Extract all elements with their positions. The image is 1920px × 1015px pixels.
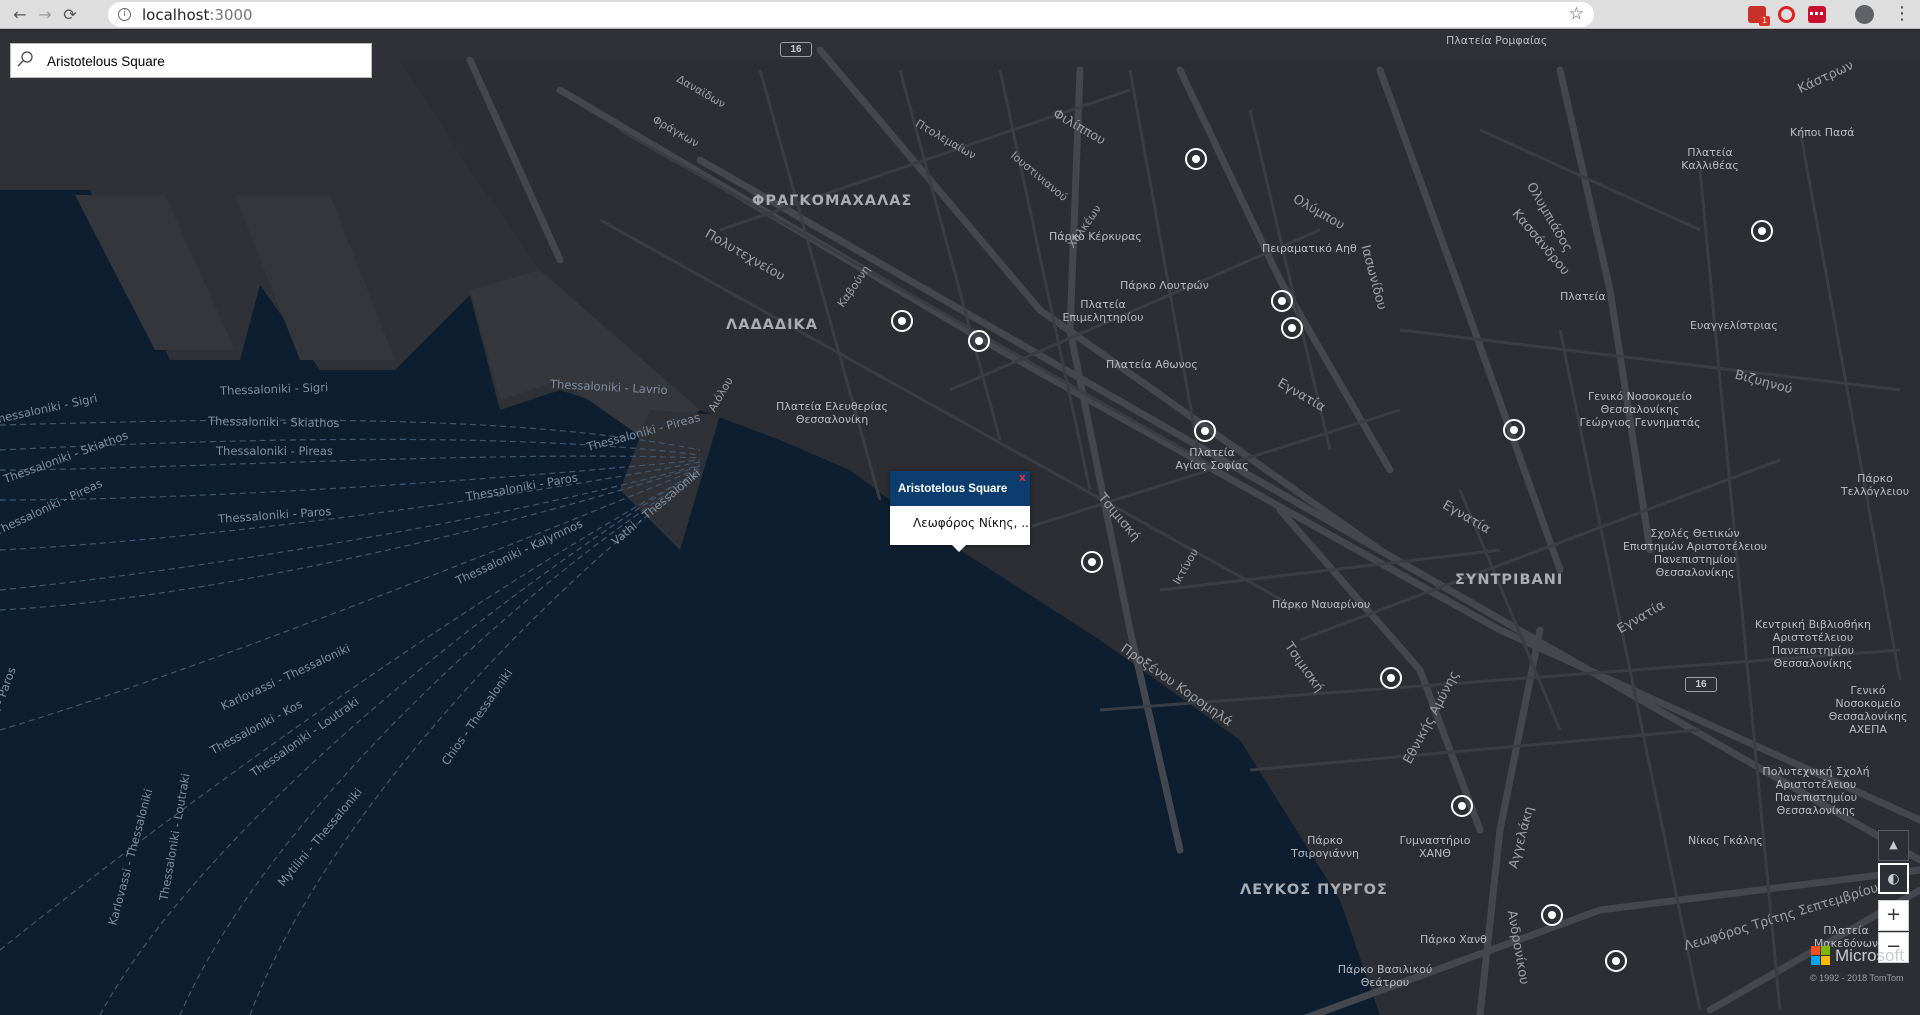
- map-pin[interactable]: [1751, 220, 1773, 242]
- info-icon[interactable]: i: [118, 8, 131, 21]
- place-label: Πλατεία Ελευθερίας Θεσσαλονίκη: [776, 400, 888, 426]
- map-pin[interactable]: [1185, 148, 1207, 170]
- map-pin[interactable]: [1503, 419, 1525, 441]
- popup-pointer: [952, 545, 966, 552]
- place-label: Γενικό Νοσοκομείο Θεσσαλονίκης Γεώργιος …: [1579, 390, 1701, 429]
- place-label: Γενικό Νοσοκομείο Θεσσαλονίκης ΑΧΕΠΑ: [1828, 684, 1908, 736]
- ferry-route-label: Thessaloniki - Skiathos: [207, 413, 340, 431]
- place-label: Πλατεία Ρομφαίας: [1446, 34, 1548, 47]
- place-label: Κήποι Πασά: [1790, 126, 1855, 139]
- search-icon[interactable]: [17, 51, 33, 67]
- place-label: Πάρκο Τσιρογιάννη: [1291, 834, 1359, 860]
- road-shield: 16: [780, 42, 812, 57]
- place-label: Πλατεία Καλλιθέας: [1681, 146, 1739, 172]
- place-label: Κεντρική Βιβλιοθήκη Αριστοτέλειου Πανεπι…: [1755, 618, 1871, 670]
- map-pin[interactable]: [1281, 317, 1303, 339]
- map-pin[interactable]: [1081, 551, 1103, 573]
- back-icon: ←: [13, 5, 27, 24]
- compass-button[interactable]: ◐: [1878, 863, 1909, 894]
- district-label-frangomachalas: ΦΡΑΓΚΟΜΑΧΑΛΑΣ: [752, 193, 913, 209]
- browser-menu-icon[interactable]: ⋮: [1893, 3, 1911, 24]
- map-style-button[interactable]: ▲: [1878, 830, 1909, 861]
- map-pin[interactable]: [1541, 904, 1563, 926]
- compass-icon: ◐: [1887, 871, 1900, 887]
- map-style-icon: ▲: [1889, 838, 1898, 851]
- place-label: Πολυτεχνική Σχολή Αριστοτέλειου Πανεπιστ…: [1762, 765, 1870, 817]
- mail-count-badge: 1: [1759, 16, 1770, 26]
- map-copyright: © 1992 - 2018 TomTom: [1810, 973, 1904, 983]
- place-label: Πάρκο Τελλόγλειου: [1840, 472, 1910, 498]
- back-button[interactable]: ←: [9, 4, 31, 26]
- place-label: Πάρκο Ναυαρίνου: [1272, 598, 1371, 611]
- browser-toolbar: ← → ⟳ i localhost:3000 ☆ 1 ⋮: [0, 0, 1920, 29]
- forward-button[interactable]: →: [34, 4, 56, 26]
- place-label: Σχολές Θετικών Επιστημών Αριστοτέλειου Π…: [1622, 527, 1768, 579]
- place-label: Πάρκο Κέρκυρας: [1049, 230, 1142, 243]
- place-label: Πάρκο Λουτρών: [1120, 279, 1209, 292]
- forward-icon: →: [38, 5, 52, 24]
- place-label: Νίκος Γκάλης: [1688, 834, 1763, 847]
- popup-close-button[interactable]: x: [1019, 471, 1026, 484]
- place-label: Πειραματικό Αηθ: [1262, 242, 1357, 255]
- map-pin[interactable]: [1380, 667, 1402, 689]
- district-label-ladadika: ΛΑΔΑΔΙΚΑ: [726, 317, 818, 333]
- place-label: Πλατεία Επιμελητηρίου: [1062, 298, 1144, 324]
- place-label: Πλατεία Αγίας Σοφίας: [1175, 446, 1249, 472]
- place-label: Γυμναστήριο ΧΑΝΘ: [1399, 834, 1471, 860]
- place-label: Πλατεία Αθωνος: [1106, 358, 1198, 371]
- map-canvas[interactable]: ΦΡΑΓΚΟΜΑΧΑΛΑΣ ΛΑΔΑΔΙΚΑ ΣΥΝΤΡΙΒΑΝΙ ΛΕΥΚΟΣ…: [0, 30, 1920, 1015]
- map-pin[interactable]: [1605, 950, 1627, 972]
- mail-extension-icon[interactable]: 1: [1748, 6, 1770, 26]
- red-extension-icon[interactable]: [1778, 6, 1795, 23]
- place-label: Πάρκο Βασιλικού Θεάτρου: [1337, 963, 1433, 989]
- microsoft-logo-icon: [1811, 946, 1831, 966]
- url-text: localhost:3000: [142, 6, 253, 24]
- popup-title: Aristotelous Square: [890, 471, 1030, 506]
- zoom-in-button[interactable]: +: [1878, 900, 1909, 931]
- microsoft-brand-text: Microsoft: [1835, 946, 1904, 965]
- map-pin[interactable]: [1271, 290, 1293, 312]
- map-pin[interactable]: [1451, 795, 1473, 817]
- road-shield: 16: [1685, 677, 1717, 692]
- search-input[interactable]: [47, 49, 357, 73]
- map-pin[interactable]: [968, 330, 990, 352]
- profile-avatar[interactable]: [1855, 5, 1874, 24]
- map-pin[interactable]: [891, 310, 913, 332]
- district-label-syntrivani: ΣΥΝΤΡΙΒΑΝΙ: [1455, 572, 1564, 588]
- place-label: Ευαγγελίστριας: [1690, 319, 1778, 332]
- search-box: [10, 43, 372, 78]
- bookmark-star-icon[interactable]: ☆: [1569, 4, 1584, 24]
- ferry-route-label: Thessaloniki - Pireas: [216, 444, 333, 458]
- place-label: Πλατεία: [1560, 290, 1606, 303]
- reload-button[interactable]: ⟳: [59, 4, 81, 26]
- reload-icon: ⟳: [63, 5, 77, 24]
- address-bar[interactable]: i localhost:3000 ☆: [108, 2, 1594, 27]
- popup-address: Λεωφόρος Νίκης, ...: [913, 516, 1033, 530]
- location-popup: Aristotelous Square x Λεωφόρος Νίκης, ..…: [890, 471, 1033, 552]
- place-label: Πάρκο Χανθ: [1420, 933, 1487, 946]
- map-pin[interactable]: [1194, 420, 1216, 442]
- password-manager-icon[interactable]: [1808, 6, 1826, 23]
- district-label-lefkos-pyrgos: ΛΕΥΚΟΣ ΠΥΡΓΟΣ: [1240, 882, 1388, 898]
